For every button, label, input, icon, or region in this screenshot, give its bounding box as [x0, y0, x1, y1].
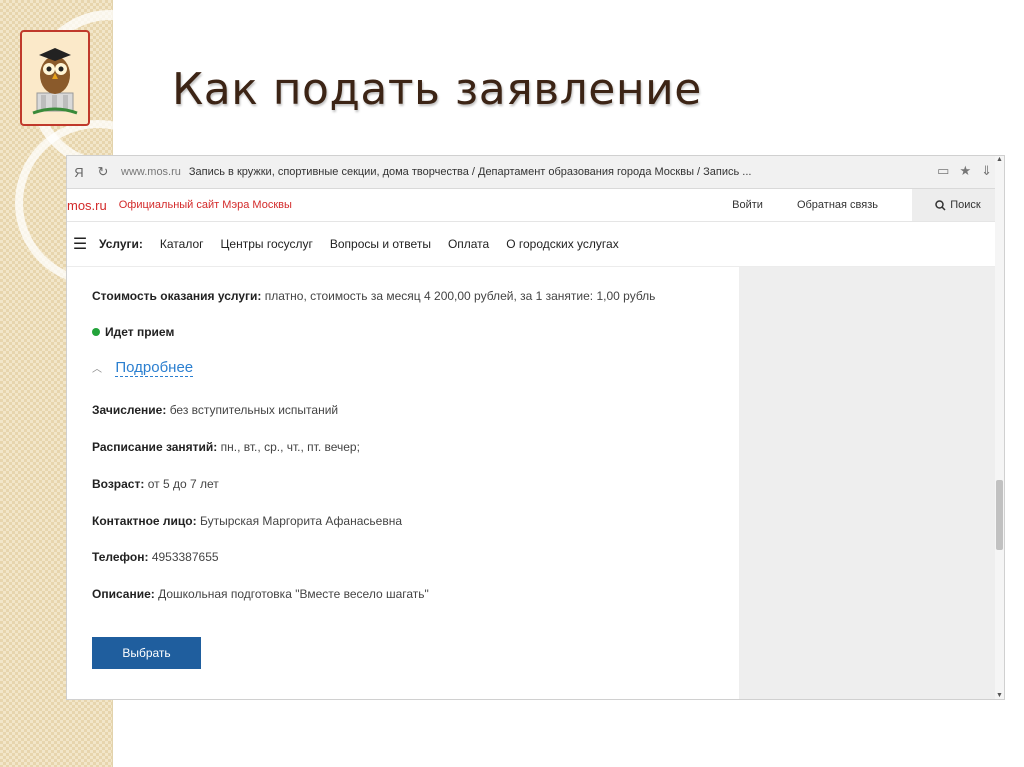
- description-row: Описание: Дошкольная подготовка "Вместе …: [92, 587, 429, 601]
- menu-item-payment[interactable]: Оплата: [448, 237, 489, 251]
- hamburger-menu-icon[interactable]: ☰: [67, 234, 93, 254]
- scrollbar-thumb[interactable]: [996, 480, 1003, 550]
- url-domain[interactable]: www.mos.ru: [121, 166, 181, 178]
- browser-address-bar: Я ↻ www.mos.ru Запись в кружки, спортивн…: [67, 156, 1004, 189]
- scroll-down-arrow-icon[interactable]: ▼: [995, 692, 1004, 699]
- more-link[interactable]: Подробнее: [115, 359, 194, 377]
- site-brand-subtitle[interactable]: Официальный сайт Мэра Москвы: [119, 199, 292, 211]
- right-sidebar: [739, 267, 995, 699]
- contact-value: Бутырская Маргорита Афанасьевна: [199, 514, 402, 528]
- schedule-value: пн., вт., ср., чт., пт. вечер;: [220, 440, 360, 454]
- enroll-label: Зачисление:: [92, 403, 167, 417]
- site-brand[interactable]: mos.ru: [67, 198, 107, 213]
- cost-label: Стоимость оказания услуги:: [92, 289, 262, 303]
- login-link[interactable]: Войти: [732, 199, 763, 211]
- tab-icon[interactable]: ▭: [937, 163, 949, 179]
- scroll-up-arrow-icon[interactable]: ▲: [995, 156, 1004, 163]
- owl-logo-icon: [20, 30, 90, 126]
- menu-item-services[interactable]: Услуги:: [99, 237, 143, 251]
- bookmark-star-icon[interactable]: ★: [959, 163, 971, 179]
- schedule-row: Расписание занятий: пн., вт., ср., чт., …: [92, 440, 360, 454]
- browser-screenshot: Я ↻ www.mos.ru Запись в кружки, спортивн…: [66, 155, 1005, 700]
- search-button[interactable]: Поиск: [912, 189, 1004, 221]
- phone-value: 4953387655: [151, 550, 219, 564]
- menu-item-centers[interactable]: Центры госуслуг: [221, 237, 313, 251]
- enroll-row: Зачисление: без вступительных испытаний: [92, 403, 338, 417]
- slide-title: Как подать заявление: [172, 64, 702, 115]
- age-label: Возраст:: [92, 477, 145, 491]
- phone-label: Телефон:: [92, 550, 149, 564]
- browser-tools: ▭ ★ ⇓: [937, 163, 992, 179]
- description-value: Дошкольная подготовка "Вместе весело шаг…: [158, 587, 429, 601]
- menu-item-catalog[interactable]: Каталог: [160, 237, 204, 251]
- cost-value: платно, стоимость за месяц 4 200,00 рубл…: [264, 289, 656, 303]
- phone-row: Телефон: 4953387655: [92, 550, 219, 564]
- site-header: mos.ru Официальный сайт Мэра Москвы Войт…: [67, 189, 1004, 222]
- download-icon[interactable]: ⇓: [981, 163, 992, 179]
- status-row: Идет прием: [92, 325, 174, 339]
- search-label: Поиск: [950, 199, 981, 211]
- menu-item-about[interactable]: О городских услугах: [506, 237, 618, 251]
- contact-row: Контактное лицо: Бутырская Маргорита Афа…: [92, 514, 402, 528]
- contact-label: Контактное лицо:: [92, 514, 197, 528]
- more-toggle[interactable]: ︿ Подробнее: [92, 359, 194, 377]
- description-label: Описание:: [92, 587, 155, 601]
- enroll-value: без вступительных испытаний: [169, 403, 339, 417]
- chevron-up-icon[interactable]: ︿: [92, 364, 102, 375]
- services-menu: ☰ Услуги: Каталог Центры госуслуг Вопрос…: [67, 222, 1004, 267]
- feedback-link[interactable]: Обратная связь: [797, 199, 878, 211]
- age-value: от 5 до 7 лет: [147, 477, 219, 491]
- page-scrollbar[interactable]: ▲ ▼: [995, 156, 1004, 699]
- cost-row: Стоимость оказания услуги: платно, стоим…: [92, 289, 655, 303]
- green-dot-icon: [92, 328, 100, 336]
- schedule-label: Расписание занятий:: [92, 440, 218, 454]
- header-actions: Войти Обратная связь Поиск: [732, 189, 1004, 221]
- status-text: Идет прием: [105, 325, 175, 339]
- reload-icon[interactable]: ↻: [91, 164, 115, 180]
- search-icon: [935, 199, 946, 211]
- url-page-title[interactable]: Запись в кружки, спортивные секции, дома…: [189, 166, 752, 178]
- choose-button[interactable]: Выбрать: [92, 637, 201, 669]
- menu-item-faq[interactable]: Вопросы и ответы: [330, 237, 431, 251]
- yandex-icon[interactable]: Я: [67, 165, 91, 180]
- age-row: Возраст: от 5 до 7 лет: [92, 477, 219, 491]
